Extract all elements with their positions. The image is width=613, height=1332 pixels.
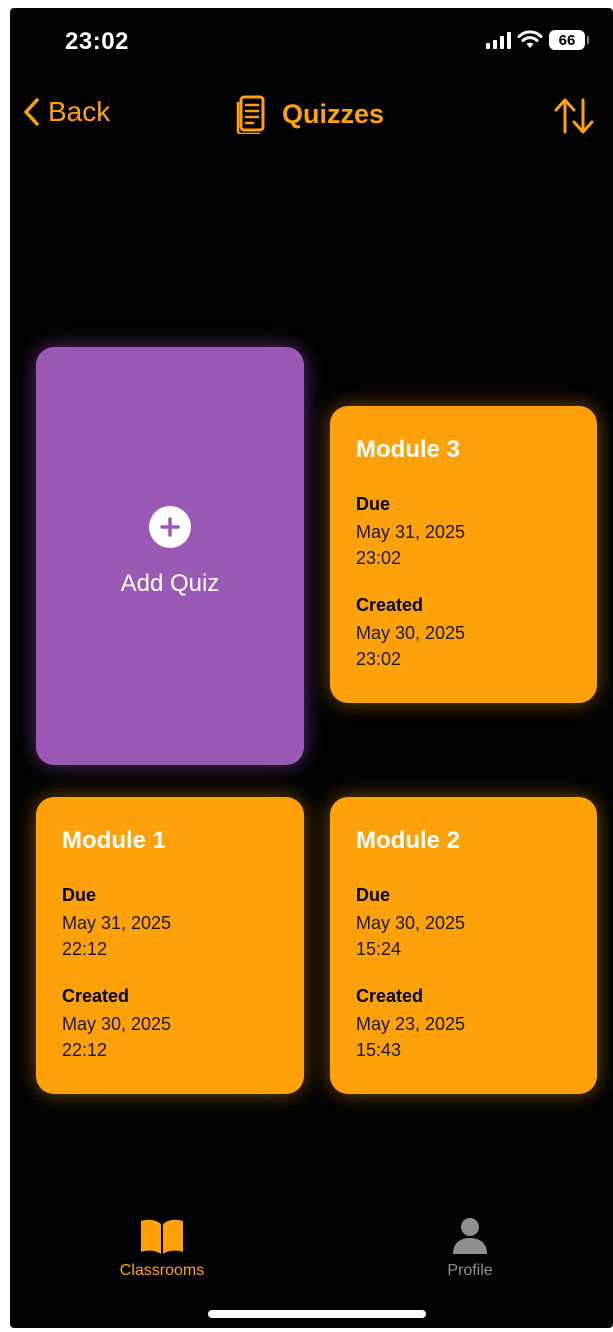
created-label: Created bbox=[62, 986, 130, 1006]
sort-button[interactable] bbox=[553, 96, 595, 141]
battery-icon: 66 bbox=[549, 30, 589, 50]
due-value: May 31, 2025 22:12 bbox=[62, 913, 172, 959]
due-value: May 30, 2025 15:24 bbox=[356, 913, 466, 959]
chevron-left-icon bbox=[24, 98, 39, 126]
tab-classrooms[interactable]: Classrooms bbox=[112, 1216, 212, 1280]
due-label: Due bbox=[356, 494, 391, 514]
tab-profile[interactable]: Profile bbox=[420, 1216, 520, 1280]
status-icons: 66 bbox=[486, 30, 589, 50]
quiz-title: Module 2 bbox=[356, 827, 461, 854]
page-title: Quizzes bbox=[236, 94, 384, 134]
page-title-text: Quizzes bbox=[282, 98, 385, 129]
status-time: 23:02 bbox=[65, 28, 129, 55]
back-label: Back bbox=[48, 96, 111, 127]
wifi-icon bbox=[517, 30, 543, 48]
battery-level: 66 bbox=[558, 31, 576, 49]
quiz-card-module-2[interactable]: Module 2 Due May 30, 2025 15:24 Created … bbox=[330, 797, 597, 1094]
add-quiz-label: Add Quiz bbox=[120, 570, 220, 597]
due-label: Due bbox=[356, 885, 391, 905]
home-indicator[interactable] bbox=[208, 1310, 426, 1318]
created-label: Created bbox=[356, 595, 424, 615]
created-value: May 30, 2025 23:02 bbox=[356, 623, 466, 669]
app-screen: 23:02 66 Back Quizzes Add Quiz Module 3 … bbox=[10, 8, 613, 1328]
quiz-title: Module 3 bbox=[356, 436, 461, 463]
quiz-card-module-1[interactable]: Module 1 Due May 31, 2025 22:12 Created … bbox=[36, 797, 304, 1094]
tab-classrooms-label: Classrooms bbox=[119, 1262, 205, 1279]
due-value: May 31, 2025 23:02 bbox=[356, 522, 466, 568]
back-button[interactable]: Back bbox=[22, 96, 110, 128]
navigation-bar: Back Quizzes bbox=[10, 88, 613, 148]
add-quiz-card[interactable]: Add Quiz bbox=[36, 347, 304, 765]
due-label: Due bbox=[62, 885, 97, 905]
tab-profile-label: Profile bbox=[447, 1262, 493, 1279]
created-value: May 30, 2025 22:12 bbox=[62, 1014, 172, 1060]
sort-arrows-icon bbox=[554, 98, 594, 134]
book-icon bbox=[141, 1219, 183, 1254]
quiz-title: Module 1 bbox=[62, 827, 167, 854]
cellular-signal-icon bbox=[486, 31, 511, 49]
plus-circle-icon bbox=[149, 506, 191, 548]
created-label: Created bbox=[356, 986, 424, 1006]
quiz-card-module-3[interactable]: Module 3 Due May 31, 2025 23:02 Created … bbox=[330, 406, 597, 703]
created-value: May 23, 2025 15:43 bbox=[356, 1014, 466, 1060]
document-icon bbox=[236, 95, 265, 134]
person-icon bbox=[453, 1218, 487, 1254]
